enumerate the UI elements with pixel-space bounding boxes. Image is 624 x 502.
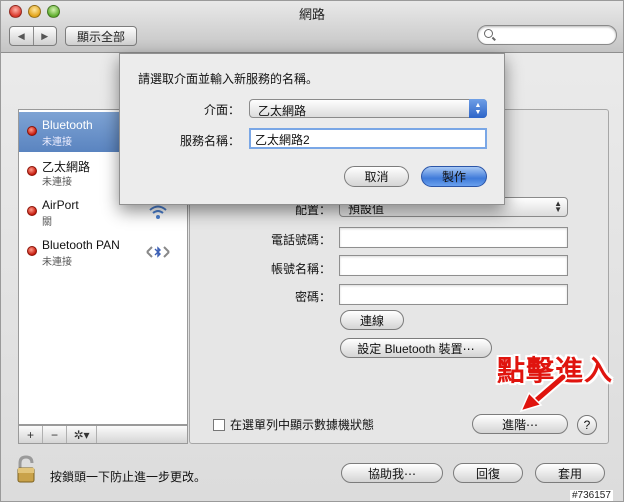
revert-button[interactable]: 回復 bbox=[453, 463, 523, 483]
status-dot-red-icon bbox=[27, 206, 37, 216]
lock-icon[interactable] bbox=[16, 455, 42, 485]
password-label: 密碼： bbox=[294, 290, 331, 304]
status-dot-red-icon bbox=[27, 126, 37, 136]
service-name-label: 服務名稱： bbox=[179, 134, 240, 148]
connect-button[interactable]: 連線 bbox=[340, 310, 404, 330]
show-modem-status-option[interactable]: 在選單列中顯示數據機狀態 bbox=[213, 416, 374, 433]
add-service-button[interactable]: + bbox=[19, 426, 43, 443]
new-service-sheet: 請選取介面並輸入新服務的名稱。 介面： 乙太網路 ▲ ▼ 服務名稱： 乙太網路2 … bbox=[119, 53, 505, 205]
interface-label: 介面： bbox=[203, 103, 240, 117]
remove-service-button[interactable]: − bbox=[43, 426, 67, 443]
search-input[interactable] bbox=[477, 25, 617, 45]
show-modem-status-checkbox[interactable] bbox=[213, 418, 225, 431]
bluetooth-settings-button[interactable]: 設定 Bluetooth 裝置⋯ bbox=[340, 338, 492, 358]
phone-number-label: 電話號碼： bbox=[270, 233, 331, 247]
lock-hint-text: 按鎖頭一下防止進一步更改。 bbox=[50, 470, 207, 484]
window-title: 網路 bbox=[298, 7, 325, 22]
service-status: 未連接 bbox=[42, 137, 72, 148]
account-name-field[interactable] bbox=[339, 255, 568, 276]
sheet-prompt: 請選取介面並輸入新服務的名稱。 bbox=[138, 72, 319, 86]
service-name: Bluetooth PAN bbox=[42, 238, 120, 252]
show-modem-status-label: 在選單列中顯示數據機狀態 bbox=[230, 418, 375, 432]
password-field[interactable] bbox=[339, 284, 568, 305]
show-all-button[interactable]: 顯示全部 bbox=[65, 26, 137, 46]
account-name-label: 帳號名稱： bbox=[270, 262, 331, 276]
gear-icon[interactable]: ✲▾ bbox=[67, 426, 97, 443]
title-bar: 網路 ◀ ▶ 顯示全部 bbox=[1, 1, 623, 53]
cancel-button[interactable]: 取消 bbox=[344, 166, 409, 187]
status-dot-red-icon bbox=[27, 166, 37, 176]
forward-arrow-icon[interactable]: ▶ bbox=[34, 27, 57, 45]
assist-me-button[interactable]: 協助我⋯ bbox=[341, 463, 443, 483]
service-item-bluetooth-pan[interactable]: Bluetooth PAN 未連接 bbox=[19, 232, 187, 272]
image-watermark: #736157 bbox=[570, 490, 613, 501]
back-arrow-icon[interactable]: ◀ bbox=[10, 27, 34, 45]
popup-arrows-icon: ▲ ▼ bbox=[554, 199, 562, 214]
create-button[interactable]: 製作 bbox=[421, 166, 487, 187]
advanced-button[interactable]: 進階⋯ bbox=[472, 414, 568, 434]
service-list-toolbar: + − ✲▾ bbox=[18, 425, 188, 444]
service-status: 未連接 bbox=[42, 257, 72, 268]
service-name: AirPort bbox=[42, 198, 79, 212]
red-arrow-icon bbox=[519, 373, 567, 413]
interface-value: 乙太網路 bbox=[258, 104, 307, 118]
service-status: 關 bbox=[42, 217, 52, 228]
phone-number-field[interactable] bbox=[339, 227, 568, 248]
back-forward-control: ◀ ▶ bbox=[9, 26, 57, 46]
bluetooth-pan-icon bbox=[146, 246, 170, 258]
service-name-input[interactable]: 乙太網路2 bbox=[249, 128, 487, 149]
search-icon bbox=[484, 29, 493, 38]
interface-popup[interactable]: 乙太網路 ▲ ▼ bbox=[249, 99, 487, 118]
help-button[interactable]: ? bbox=[577, 415, 597, 435]
apply-button[interactable]: 套用 bbox=[535, 463, 605, 483]
service-status: 未連接 bbox=[42, 177, 72, 188]
status-dot-red-icon bbox=[27, 246, 37, 256]
network-preferences-window: 網路 ◀ ▶ 顯示全部 Bluetooth 未連接 乙太網路 未連接 AirPo… bbox=[0, 0, 624, 502]
service-name: Bluetooth bbox=[42, 118, 93, 132]
popup-arrows-icon: ▲ ▼ bbox=[469, 99, 487, 118]
